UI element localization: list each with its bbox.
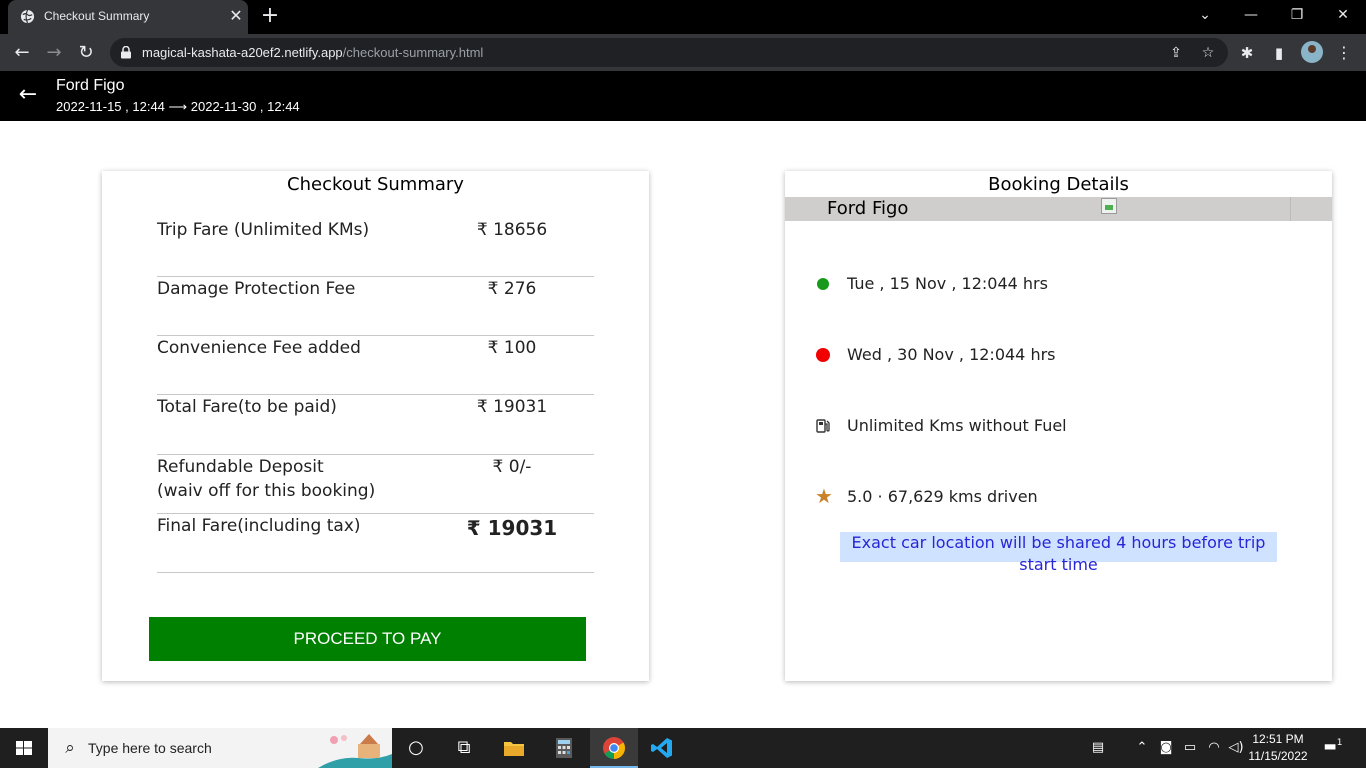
taskbar: ⌕ Type here to search ○ ⧉ ▤ ⌃ ◙ ▭ ◠ ◁) 1…	[0, 728, 1366, 768]
search-placeholder: Type here to search	[88, 740, 212, 756]
side-panel-icon[interactable]: ▮	[1268, 42, 1290, 64]
app-header: ← Ford Figo 2022-11-15 , 12:44 ⟶ 2022-11…	[0, 71, 1366, 121]
forward-button[interactable]: →	[41, 40, 67, 66]
fare-value: ₹ 100	[487, 338, 537, 358]
fare-label: Trip Fare (Unlimited KMs)	[157, 220, 370, 240]
notification-count: 1	[1336, 738, 1343, 748]
minimize-button[interactable]: —	[1228, 0, 1274, 30]
fare-row-deposit: Refundable Deposit (waiv off for this bo…	[157, 455, 594, 514]
header-car-name: Ford Figo	[56, 77, 125, 94]
extensions-icon[interactable]: ✱	[1236, 42, 1258, 64]
fare-label: Convenience Fee added	[157, 338, 361, 358]
back-button[interactable]: ←	[9, 40, 35, 66]
profile-avatar[interactable]	[1301, 41, 1323, 63]
bookmark-star-icon[interactable]: ☆	[1198, 43, 1218, 63]
car-image	[1101, 197, 1291, 221]
dropoff-text: Wed , 30 Nov , 12:044 hrs	[847, 345, 1056, 364]
fare-label: Final Fare(including tax)	[157, 516, 361, 536]
fare-value: ₹ 18656	[476, 220, 548, 240]
dropoff-row: Wed , 30 Nov , 12:044 hrs	[815, 342, 1295, 370]
news-widget-icon[interactable]: ▤	[1086, 738, 1110, 758]
browser-toolbar: ← → ↻ magical-kashata-a20ef2.netlify.app…	[0, 34, 1366, 71]
lock-icon[interactable]	[120, 46, 132, 59]
booking-car-name: Ford Figo	[827, 198, 909, 219]
reload-button[interactable]: ↻	[73, 40, 99, 66]
checkout-title: Checkout Summary	[287, 174, 464, 195]
fare-row-final: Final Fare(including tax) ₹ 19031	[157, 514, 594, 573]
search-highlight-image	[318, 734, 392, 768]
meet-now-icon[interactable]: ◙	[1156, 738, 1176, 758]
rating-row: ★ 5.0 · 67,629 kms driven	[815, 484, 1295, 512]
clock-time: 12:51 PM	[1252, 732, 1304, 746]
taskbar-clock[interactable]: 12:51 PM 11/15/2022	[1246, 731, 1310, 765]
vscode-icon[interactable]	[638, 728, 686, 768]
pickup-row: Tue , 15 Nov , 12:044 hrs	[815, 271, 1295, 299]
url-host: magical-kashata-a20ef2.netlify.app	[142, 45, 343, 60]
fare-value: ₹ 19031	[476, 397, 548, 417]
fare-value: ₹ 0/-	[492, 457, 532, 477]
star-icon: ★	[815, 484, 833, 508]
calculator-icon[interactable]	[540, 728, 588, 768]
fuel-row: Unlimited Kms without Fuel	[815, 413, 1295, 441]
proceed-to-pay-button[interactable]: PROCEED TO PAY	[149, 617, 586, 661]
fuel-text: Unlimited Kms without Fuel	[847, 416, 1067, 435]
task-view-icon[interactable]: ⧉	[440, 728, 488, 768]
close-tab-icon[interactable]: ✕	[226, 6, 246, 26]
url-text[interactable]: magical-kashata-a20ef2.netlify.app/check…	[142, 45, 483, 60]
menu-icon[interactable]: ⋮	[1336, 42, 1352, 64]
close-window-button[interactable]: ✕	[1320, 0, 1366, 30]
search-icon: ⌕	[65, 738, 75, 758]
clock-date: 11/15/2022	[1248, 749, 1308, 763]
back-arrow-icon[interactable]: ←	[16, 83, 40, 107]
fare-row-trip: Trip Fare (Unlimited KMs) ₹ 18656	[157, 218, 594, 277]
fare-row-damage: Damage Protection Fee ₹ 276	[157, 277, 594, 336]
booking-details-card: Booking Details Ford Figo Tue , 15 Nov ,…	[785, 171, 1332, 681]
share-icon[interactable]: ⇪	[1166, 43, 1186, 63]
tab-search-icon[interactable]: ⌄	[1182, 0, 1228, 30]
tab-title: Checkout Summary	[44, 9, 150, 23]
fare-value: ₹ 276	[487, 279, 537, 299]
broken-image-icon	[1101, 198, 1117, 214]
start-dot-icon	[817, 278, 829, 290]
fare-label: Damage Protection Fee	[157, 279, 356, 299]
show-hidden-icons[interactable]: ⌃	[1132, 738, 1152, 758]
new-tab-button[interactable]: +	[258, 5, 282, 29]
fare-label-line1: Refundable Deposit	[157, 457, 324, 477]
rating-text: 5.0 · 67,629 kms driven	[847, 487, 1038, 506]
windows-start-icon[interactable]	[0, 728, 48, 768]
browser-tab[interactable]: Checkout Summary ✕	[8, 0, 248, 34]
fare-label-line2: (waiv off for this booking)	[157, 481, 376, 501]
globe-icon	[20, 9, 35, 24]
taskbar-search-box[interactable]: ⌕ Type here to search	[48, 728, 392, 768]
fuel-pump-icon	[816, 419, 830, 433]
fare-row-total: Total Fare(to be paid) ₹ 19031	[157, 395, 594, 455]
header-trip-dates: 2022-11-15 , 12:44 ⟶ 2022-11-30 , 12:44	[56, 99, 300, 114]
battery-icon[interactable]: ▭	[1180, 738, 1200, 758]
cortana-icon[interactable]: ○	[392, 728, 440, 768]
checkout-summary-card: Checkout Summary Trip Fare (Unlimited KM…	[102, 171, 649, 681]
fare-row-convenience: Convenience Fee added ₹ 100	[157, 336, 594, 395]
final-fare-value: ₹ 19031	[466, 516, 558, 540]
end-dot-icon	[816, 348, 830, 362]
location-notice: Exact car location will be shared 4 hour…	[840, 532, 1277, 574]
booking-title: Booking Details	[988, 174, 1129, 195]
volume-icon[interactable]: ◁)	[1226, 738, 1246, 758]
fare-label: Total Fare(to be paid)	[157, 397, 337, 417]
car-strip: Ford Figo	[785, 197, 1332, 221]
location-notice-text: Exact car location will be shared 4 hour…	[851, 533, 1266, 574]
pickup-text: Tue , 15 Nov , 12:044 hrs	[847, 274, 1048, 293]
address-bar[interactable]: magical-kashata-a20ef2.netlify.app/check…	[110, 38, 1228, 67]
file-explorer-icon[interactable]	[490, 728, 538, 768]
wifi-icon[interactable]: ◠	[1204, 738, 1224, 758]
browser-tabbar: Checkout Summary ✕ + ⌄ — ❐ ✕	[0, 0, 1366, 34]
restore-button[interactable]: ❐	[1274, 0, 1320, 30]
url-path: /checkout-summary.html	[342, 45, 484, 60]
chrome-icon[interactable]	[590, 728, 638, 768]
notification-center[interactable]: ▬1	[1320, 738, 1346, 760]
notification-icon: ▬	[1323, 738, 1337, 755]
